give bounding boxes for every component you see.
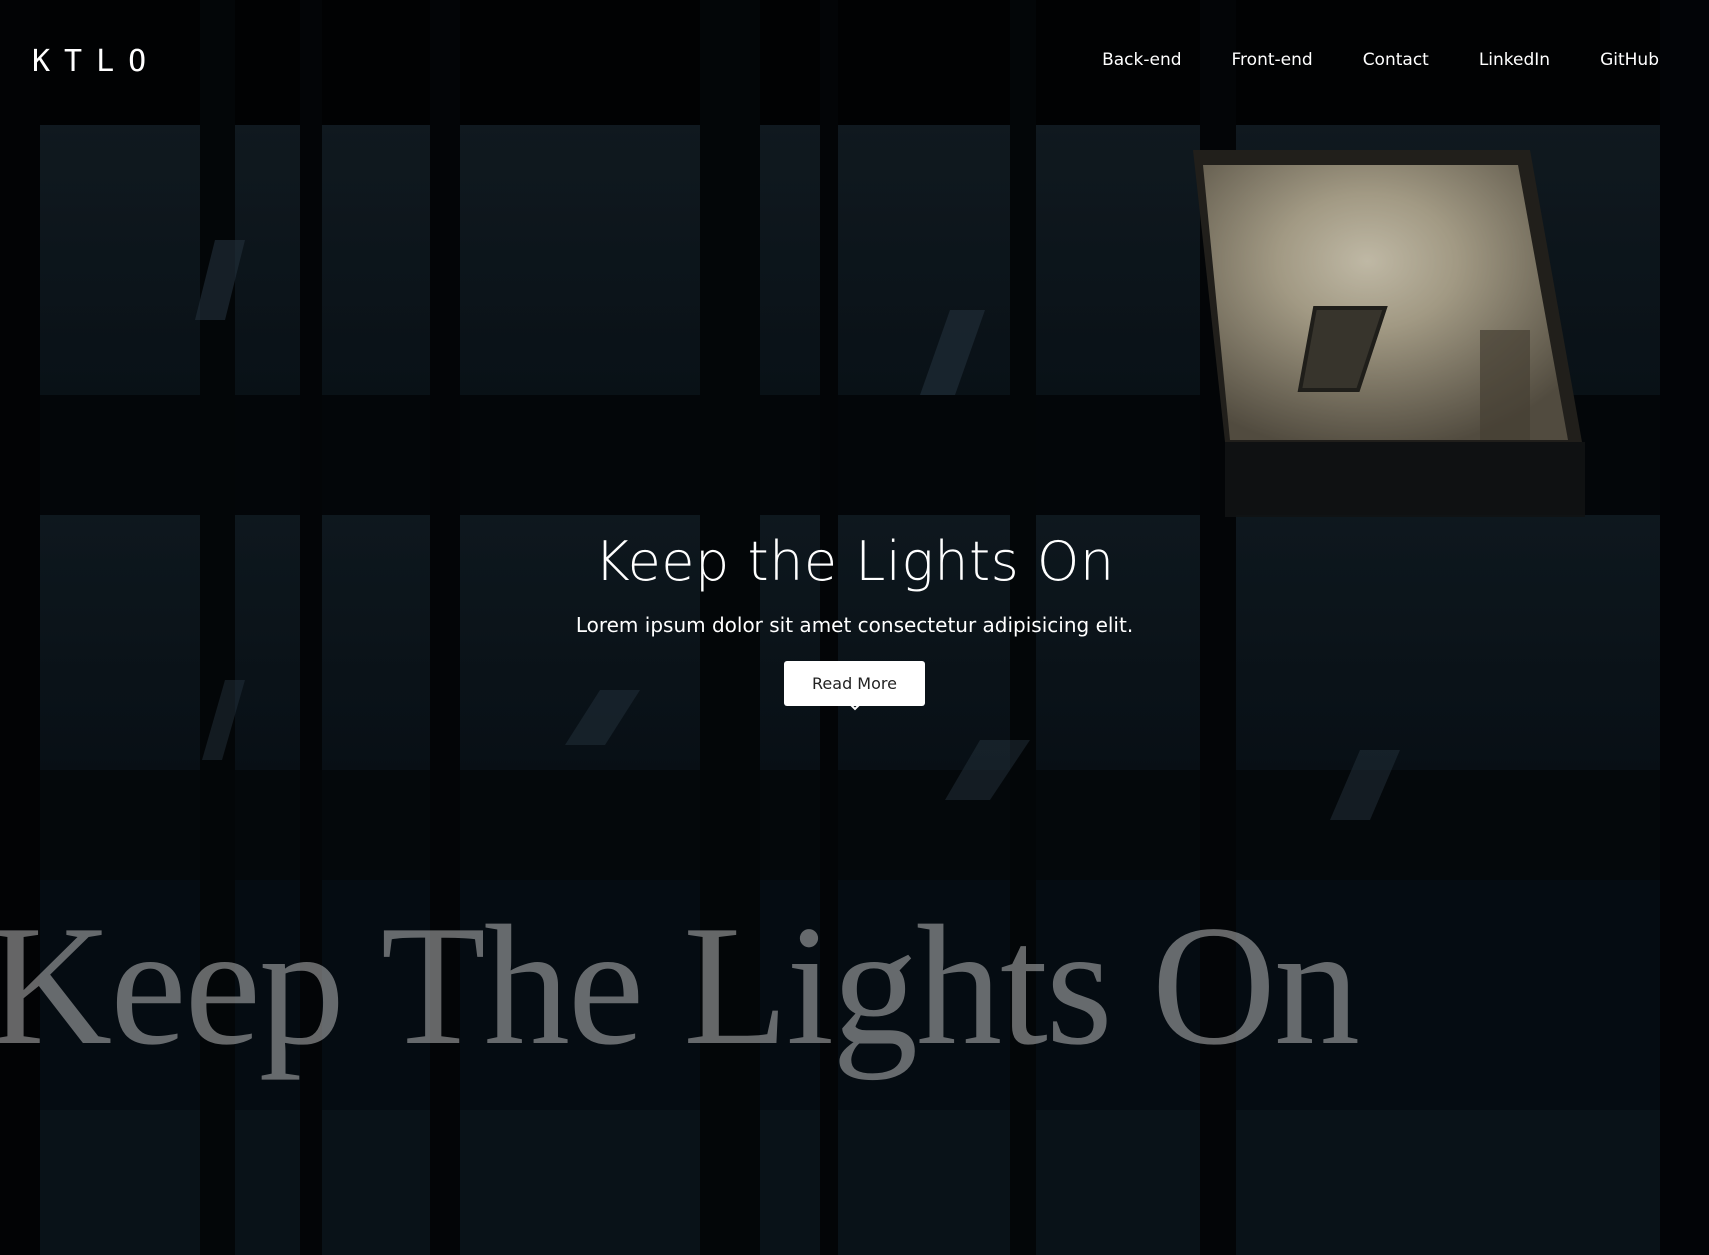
top-navigation: KTLO Back-end Front-end Contact LinkedIn…: [0, 0, 1709, 124]
background-headline: Keep The Lights On: [0, 891, 1360, 1081]
nav-link-back-end[interactable]: Back-end: [1102, 50, 1181, 70]
nav-links: Back-end Front-end Contact LinkedIn GitH…: [1102, 50, 1659, 70]
site-logo[interactable]: KTLO: [32, 44, 160, 79]
nav-link-linkedin[interactable]: LinkedIn: [1479, 50, 1550, 70]
nav-link-github[interactable]: GitHub: [1600, 50, 1659, 70]
hero-content: Keep the Lights On Lorem ipsum dolor sit…: [0, 530, 1709, 712]
hero-subtitle: Lorem ipsum dolor sit amet consectetur a…: [575, 613, 1134, 637]
hero-title: Keep the Lights On: [594, 530, 1115, 593]
hero-section: Keep The Lights On KTLO Back-end Front-e…: [0, 0, 1709, 1255]
nav-link-contact[interactable]: Contact: [1363, 50, 1429, 70]
nav-link-front-end[interactable]: Front-end: [1232, 50, 1313, 70]
read-more-button[interactable]: Read More: [784, 661, 925, 706]
